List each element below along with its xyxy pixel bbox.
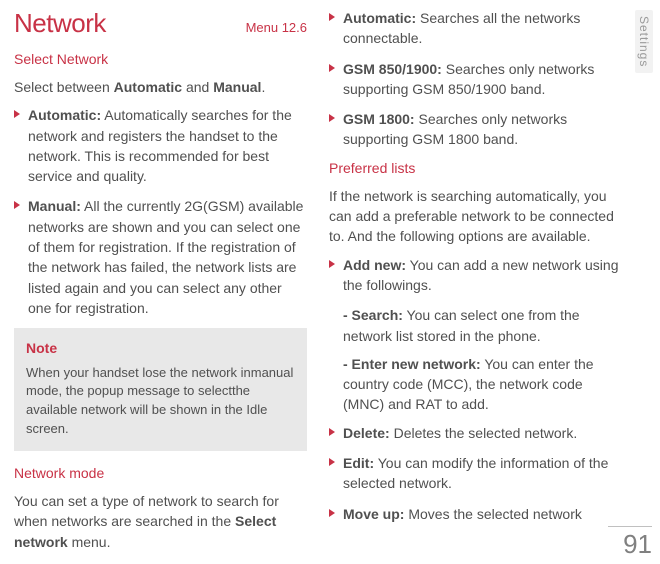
- left-column: Network Menu 12.6 Select Network Select …: [14, 8, 307, 564]
- bullet-label: Move up:: [343, 506, 404, 522]
- select-intro: Select between Automatic and Manual.: [14, 77, 307, 97]
- triangle-icon: [329, 114, 337, 122]
- right-column: Automatic: Searches all the networks con…: [329, 8, 652, 564]
- select-network-heading: Select Network: [14, 51, 307, 67]
- bullet-delete: Delete: Deletes the selected network.: [329, 423, 622, 443]
- bullet-label: Automatic:: [343, 10, 416, 26]
- sub-bullet-search: - Search: You can select one from the ne…: [329, 305, 622, 346]
- network-mode-para: You can set a type of network to search …: [14, 491, 307, 552]
- bullet-label: Manual:: [28, 198, 81, 214]
- bullet-label: GSM 850/1900:: [343, 61, 442, 77]
- text: Select between: [14, 79, 114, 95]
- bullet-label: Delete:: [343, 425, 390, 441]
- triangle-icon: [14, 110, 22, 118]
- bullet-label: Automatic:: [28, 107, 101, 123]
- header-row: Network Menu 12.6: [14, 8, 307, 39]
- bullet-gsm1800: GSM 1800: Searches only networks support…: [329, 109, 622, 150]
- menu-label: Menu 12.6: [246, 20, 307, 35]
- bullet-automatic-nm: Automatic: Searches all the networks con…: [329, 8, 622, 49]
- side-tab: Settings: [635, 10, 653, 73]
- text: and: [182, 79, 213, 95]
- bullet-text: Moves the selected network: [404, 506, 581, 522]
- network-mode-heading: Network mode: [14, 465, 307, 481]
- preferred-intro: If the network is searching automaticall…: [329, 186, 622, 247]
- bullet-edit: Edit: You can modify the information of …: [329, 453, 622, 494]
- sub-bullet-label: - Enter new network:: [343, 356, 481, 372]
- triangle-icon: [329, 458, 337, 466]
- triangle-icon: [14, 201, 22, 209]
- bullet-text: Deletes the selected network.: [390, 425, 578, 441]
- bullet-move-up: Move up: Moves the selected network: [329, 504, 622, 524]
- triangle-icon: [329, 509, 337, 517]
- bullet-label: GSM 1800:: [343, 111, 415, 127]
- sub-bullet-enter-new: - Enter new network: You can enter the c…: [329, 354, 622, 415]
- triangle-icon: [329, 64, 337, 72]
- text: .: [261, 79, 265, 95]
- bold-automatic: Automatic: [114, 79, 182, 95]
- bullet-automatic: Automatic: Automatically searches for th…: [14, 105, 307, 186]
- bullet-manual: Manual: All the currently 2G(GSM) availa…: [14, 196, 307, 318]
- note-heading: Note: [26, 338, 295, 358]
- page-content: Network Menu 12.6 Select Network Select …: [0, 0, 660, 564]
- bold-manual: Manual: [213, 79, 261, 95]
- sub-bullet-label: - Search:: [343, 307, 403, 323]
- bullet-text: You can modify the information of the se…: [343, 455, 608, 491]
- preferred-lists-heading: Preferred lists: [329, 160, 622, 176]
- bullet-text: All the currently 2G(GSM) available netw…: [28, 198, 303, 315]
- page-number: 91: [608, 526, 652, 560]
- triangle-icon: [329, 260, 337, 268]
- note-box: Note When your handset lose the network …: [14, 328, 307, 451]
- bullet-label: Add new:: [343, 257, 406, 273]
- note-body: When your handset lose the network inman…: [26, 364, 295, 439]
- bullet-label: Edit:: [343, 455, 374, 471]
- triangle-icon: [329, 428, 337, 436]
- text: menu.: [68, 534, 111, 550]
- bullet-gsm850: GSM 850/1900: Searches only networks sup…: [329, 59, 622, 100]
- triangle-icon: [329, 13, 337, 21]
- page-title: Network: [14, 8, 106, 39]
- bullet-add-new: Add new: You can add a new network using…: [329, 255, 622, 296]
